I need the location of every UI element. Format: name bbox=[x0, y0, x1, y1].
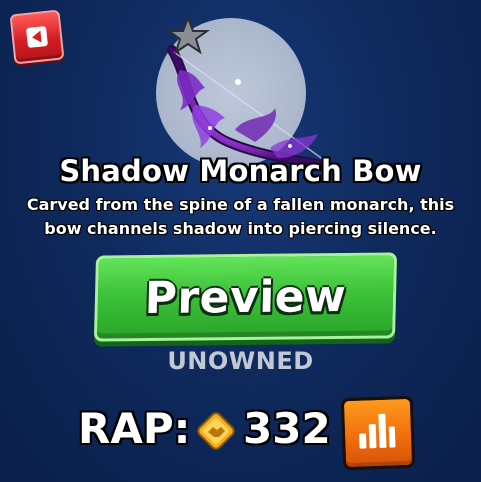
value-chart-button[interactable] bbox=[340, 395, 416, 471]
item-description: Carved from the spine of a fallen monarc… bbox=[26, 195, 455, 238]
rap-row: RAP: 332 bbox=[0, 392, 481, 472]
item-title: Shadow Monarch Bow bbox=[59, 154, 422, 188]
bar-chart-icon bbox=[359, 413, 396, 449]
rap-value: 332 bbox=[243, 404, 331, 453]
item-detail-panel: Shadow Monarch Bow Carved from the spine… bbox=[0, 0, 481, 482]
back-button[interactable] bbox=[9, 9, 65, 65]
preview-button[interactable]: Preview bbox=[93, 252, 398, 342]
rap-label: RAP: bbox=[78, 404, 191, 453]
ownership-status: UNOWNED bbox=[167, 347, 314, 375]
preview-button-label: Preview bbox=[144, 270, 347, 324]
handshake-diamond-icon bbox=[197, 412, 235, 450]
back-arrow-icon bbox=[26, 26, 48, 48]
